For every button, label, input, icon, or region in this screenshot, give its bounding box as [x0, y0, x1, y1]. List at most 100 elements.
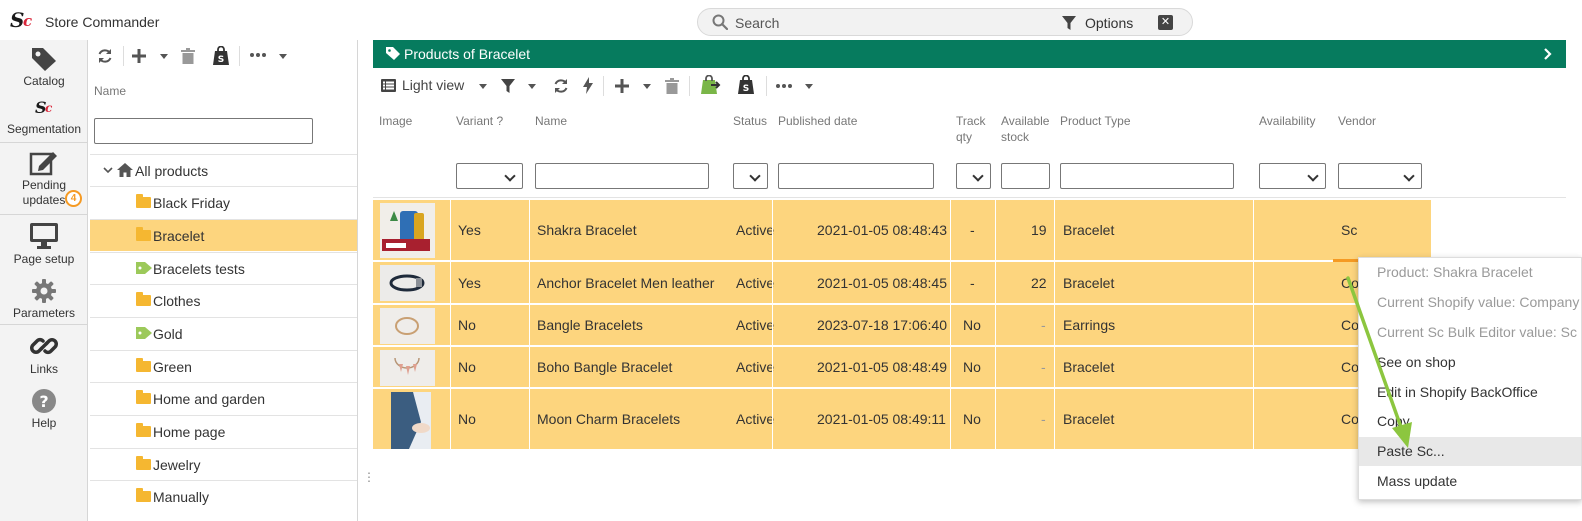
tree-item[interactable]: Clothes: [90, 284, 357, 316]
chevron-down-icon[interactable]: [160, 54, 168, 59]
tree-item[interactable]: Black Friday: [90, 186, 357, 218]
column-header-track-qty[interactable]: Track qty: [956, 113, 986, 145]
variant-filter-select[interactable]: [456, 163, 523, 189]
rail-item-help[interactable]: ? Help: [0, 388, 88, 430]
availability-filter-select[interactable]: [1259, 163, 1326, 189]
trash-icon[interactable]: [181, 48, 195, 64]
column-header-name[interactable]: Name: [535, 113, 567, 129]
product-thumbnail[interactable]: [380, 308, 435, 344]
add-icon[interactable]: [132, 48, 146, 64]
chevron-right-icon[interactable]: [1544, 48, 1552, 60]
cell-track-qty: No: [963, 411, 981, 427]
tag-icon: [32, 48, 56, 71]
view-selector[interactable]: Light view: [402, 77, 464, 93]
column-header-published-date[interactable]: Published date: [778, 113, 857, 129]
shopify-bag-icon[interactable]: S: [737, 75, 755, 95]
menu-item-paste[interactable]: Paste Sc...: [1359, 437, 1581, 466]
menu-item-see-on-shop[interactable]: See on shop: [1359, 348, 1581, 377]
tree-item[interactable]: Bracelets tests: [90, 252, 357, 284]
column-header-available-stock[interactable]: Available stock: [1001, 113, 1049, 145]
vendor-filter-select[interactable]: [1338, 163, 1422, 189]
filter-icon[interactable]: [500, 78, 516, 94]
name-filter-input[interactable]: [535, 163, 709, 189]
product-type-filter-input[interactable]: [1060, 163, 1234, 189]
table-row[interactable]: Yes Anchor Bracelet Men leather Active 2…: [373, 262, 1431, 304]
product-thumbnail[interactable]: [380, 265, 435, 301]
trash-icon[interactable]: [665, 78, 679, 94]
panel-title: Products of Bracelet: [404, 46, 531, 62]
table-row[interactable]: No Moon Charm Bracelets Active 2021-01-0…: [373, 389, 1431, 450]
cell-published-date: 2021-01-05 08:48:43: [817, 222, 947, 238]
menu-item-mass-update[interactable]: Mass update: [1359, 467, 1581, 496]
track-qty-filter-select[interactable]: [956, 163, 991, 189]
tree-item[interactable]: Gold: [90, 317, 357, 349]
folder-icon: [136, 488, 151, 502]
column-header-product-type[interactable]: Product Type: [1060, 113, 1131, 129]
tree-item[interactable]: Jewelry: [90, 448, 357, 480]
search-bar[interactable]: Search Options ✕: [697, 8, 1193, 36]
more-icon[interactable]: [776, 84, 792, 88]
rail-item-links[interactable]: Links: [0, 332, 88, 376]
rail-label: Segmentation: [6, 122, 82, 136]
menu-item-copy[interactable]: Copy: [1359, 407, 1581, 436]
tree-item[interactable]: Home page: [90, 415, 357, 447]
tree-item[interactable]: Manually: [90, 480, 357, 512]
gear-icon: [32, 279, 56, 303]
shopify-bag-icon[interactable]: S: [212, 46, 230, 66]
refresh-icon[interactable]: [553, 78, 569, 94]
chevron-down-icon[interactable]: [643, 84, 651, 89]
product-thumbnail[interactable]: [380, 203, 435, 258]
help-icon: ?: [32, 389, 56, 413]
published-date-filter-input[interactable]: [778, 163, 934, 189]
chevron-down-icon[interactable]: [528, 84, 536, 89]
lightning-icon[interactable]: [583, 77, 593, 94]
refresh-icon[interactable]: [97, 48, 113, 64]
product-thumbnail[interactable]: [380, 350, 435, 386]
tree-name-filter[interactable]: [94, 118, 313, 144]
add-icon[interactable]: [615, 78, 629, 94]
tree-item-label: Home and garden: [153, 391, 266, 407]
product-thumbnail[interactable]: [391, 392, 431, 449]
chevron-down-icon[interactable]: [103, 167, 113, 174]
tree-item-label: Bracelet: [153, 228, 205, 244]
table-row[interactable]: Yes Shakra Bracelet Active 2021-01-05 08…: [373, 200, 1431, 261]
column-header-status[interactable]: Status: [733, 113, 767, 129]
cell-divider: [1054, 262, 1055, 303]
rail-label: Page setup: [13, 252, 75, 266]
chevron-down-icon[interactable]: [805, 84, 813, 89]
column-header-variant[interactable]: Variant ?: [456, 113, 503, 129]
cell-product-type: Bracelet: [1063, 222, 1115, 238]
cell-name: Boho Bangle Bracelet: [537, 359, 673, 375]
rail-item-page-setup[interactable]: Page setup: [0, 222, 88, 266]
cell-vendor[interactable]: Sc: [1331, 200, 1431, 260]
status-filter-select[interactable]: [733, 163, 768, 189]
tree-root-all-products[interactable]: All products: [90, 154, 357, 186]
tree-item[interactable]: Home and garden: [90, 382, 357, 414]
options-button[interactable]: Options: [1085, 15, 1133, 31]
table-row[interactable]: No Bangle Bracelets Active 2023-07-18 17…: [373, 305, 1431, 346]
chevron-down-icon[interactable]: [279, 54, 287, 59]
export-bag-icon[interactable]: [699, 75, 721, 95]
rail-item-catalog[interactable]: Catalog: [0, 46, 88, 88]
store-commander-logo[interactable]: S c: [10, 8, 36, 32]
more-icon[interactable]: [250, 53, 266, 57]
menu-item-edit-in-backoffice[interactable]: Edit in Shopify BackOffice: [1359, 378, 1581, 407]
close-icon[interactable]: ✕: [1158, 15, 1173, 30]
search-input[interactable]: Search: [735, 15, 779, 31]
tag-icon: [136, 327, 152, 339]
cell-divider: [995, 347, 996, 387]
chevron-down-icon[interactable]: [479, 84, 487, 89]
column-header-vendor[interactable]: Vendor: [1338, 113, 1376, 129]
rail-item-parameters[interactable]: Parameters: [0, 278, 88, 320]
tree-item-label: Manually: [153, 489, 210, 505]
column-header-availability[interactable]: Availability: [1259, 113, 1315, 129]
cell-published-date: 2021-01-05 08:48:49: [817, 359, 947, 375]
rail-item-segmentation[interactable]: S c Segmentation: [0, 98, 88, 136]
tree-item[interactable]: Green: [90, 350, 357, 382]
table-row[interactable]: No Boho Bangle Bracelet Active 2021-01-0…: [373, 347, 1431, 388]
tree-item-selected[interactable]: Bracelet: [90, 219, 357, 251]
sc-logo-icon: S c: [35, 98, 53, 117]
column-header-image[interactable]: Image: [379, 113, 412, 129]
stock-filter-input[interactable]: [1001, 163, 1050, 189]
cell-product-type: Bracelet: [1063, 274, 1115, 291]
